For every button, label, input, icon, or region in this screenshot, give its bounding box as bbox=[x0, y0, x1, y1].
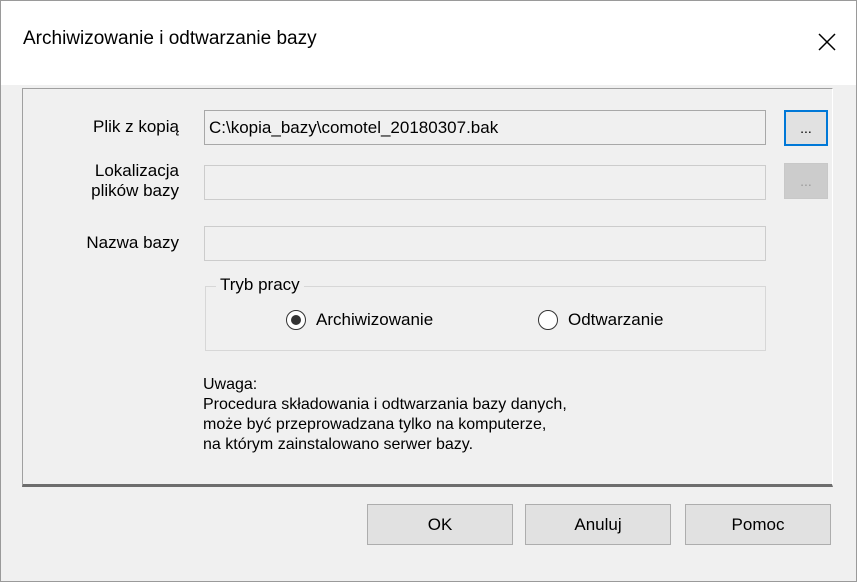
title-bar: Archiwizowanie i odtwarzanie bazy bbox=[1, 1, 856, 85]
radio-odtwarzanie[interactable]: Odtwarzanie bbox=[538, 310, 663, 330]
note-line: Procedura składowania i odtwarzania bazy… bbox=[203, 396, 567, 413]
db-name-input[interactable] bbox=[204, 226, 766, 261]
db-location-label-line2: plików bazy bbox=[91, 181, 179, 200]
note-line: na którym zainstalowano serwer bazy. bbox=[203, 436, 474, 453]
close-button[interactable] bbox=[798, 1, 856, 83]
mode-legend: Tryb pracy bbox=[216, 275, 304, 295]
browse-db-location-button[interactable]: ... bbox=[784, 163, 828, 199]
note-line: Uwaga: bbox=[203, 376, 258, 393]
db-location-label: Lokalizacja plików bazy bbox=[23, 161, 179, 201]
main-panel: Plik z kopią ... Lokalizacja plików bazy… bbox=[22, 88, 833, 487]
ok-button[interactable]: OK bbox=[367, 504, 513, 545]
dialog-window: Archiwizowanie i odtwarzanie bazy Plik z… bbox=[0, 0, 857, 582]
warning-note: Uwaga: Procedura składowania i odtwarzan… bbox=[203, 375, 567, 455]
mode-groupbox: Tryb pracy Archiwizowanie Odtwarzanie bbox=[205, 275, 766, 351]
radio-odtwarzanie-label: Odtwarzanie bbox=[568, 310, 664, 329]
db-name-label: Nazwa bazy bbox=[86, 233, 179, 252]
radio-circle bbox=[538, 310, 558, 330]
db-location-label-line1: Lokalizacja bbox=[94, 161, 179, 180]
browse-backup-file-button[interactable]: ... bbox=[784, 110, 828, 146]
note-line: może być przeprowadzana tylko na kompute… bbox=[203, 416, 547, 433]
close-icon bbox=[818, 33, 836, 51]
window-title: Archiwizowanie i odtwarzanie bazy bbox=[23, 28, 317, 49]
help-button[interactable]: Pomoc bbox=[685, 504, 831, 545]
backup-file-input[interactable] bbox=[204, 110, 766, 145]
db-location-input[interactable] bbox=[204, 165, 766, 200]
radio-archiwizowanie[interactable]: Archiwizowanie bbox=[286, 310, 433, 330]
cancel-button[interactable]: Anuluj bbox=[525, 504, 671, 545]
backup-file-label: Plik z kopią bbox=[93, 117, 179, 136]
radio-circle-selected bbox=[286, 310, 306, 330]
radio-archiwizowanie-label: Archiwizowanie bbox=[316, 310, 434, 329]
radio-dot bbox=[291, 315, 301, 325]
